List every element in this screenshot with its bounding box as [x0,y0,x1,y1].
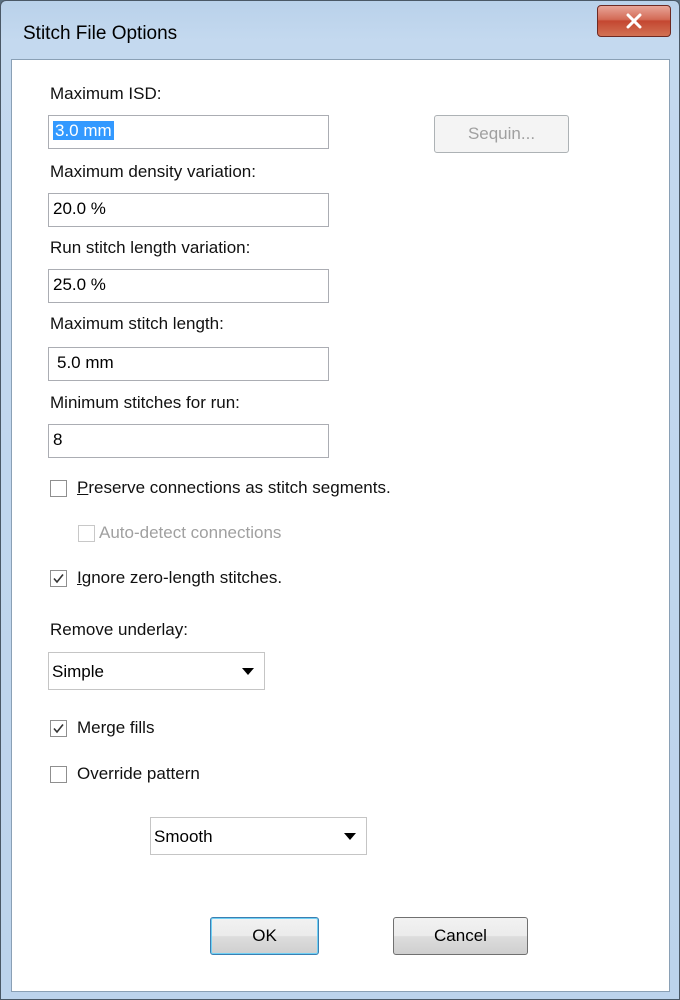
chevron-down-icon [242,668,254,675]
close-icon [626,13,642,29]
max-density-label: Maximum density variation: [50,162,256,181]
checkmark-icon [53,724,64,734]
override-pattern-label[interactable]: Override pattern [77,764,200,784]
preserve-accel: P [77,478,89,497]
preserve-label[interactable]: Preserve connections as stitch segments. [77,478,391,498]
max-density-input[interactable]: 20.0 % [48,193,329,227]
max-isd-input[interactable]: 3.0 mm [48,115,329,149]
run-length-label: Run stitch length variation: [50,238,251,257]
dialog-body: Maximum ISD: 3.0 mm Sequin... Maximum de… [11,59,670,992]
autodetect-label: Auto-detect connections [99,523,282,542]
ok-button[interactable]: OK [210,917,319,955]
min-run-input[interactable]: 8 [48,424,329,458]
max-isd-value: 3.0 mm [53,121,114,140]
underlay-selected: Simple [52,662,104,681]
min-run-label: Minimum stitches for run: [50,393,240,412]
merge-fills-checkbox[interactable] [50,720,67,737]
sequin-button[interactable]: Sequin... [434,115,569,153]
dialog-window: Stitch File Options Maximum ISD: 3.0 mm … [0,0,680,1000]
override-pattern-checkbox[interactable] [50,766,67,783]
dialog-title: Stitch File Options [23,23,178,44]
ignore-label[interactable]: Ignore zero-length stitches. [77,568,282,588]
checkmark-icon [53,574,64,584]
max-isd-label: Maximum ISD: [50,84,162,103]
cancel-button[interactable]: Cancel [393,917,528,955]
pattern-dropdown[interactable]: Smooth [150,817,367,855]
merge-fills-label[interactable]: Merge fills [77,718,154,738]
chevron-down-icon [344,833,356,840]
close-button[interactable] [597,5,671,37]
run-length-input[interactable]: 25.0 % [48,269,329,303]
underlay-dropdown[interactable]: Simple [48,652,265,690]
preserve-checkbox[interactable] [50,480,67,497]
remove-underlay-label: Remove underlay: [50,620,188,639]
ignore-label-text: gnore zero-length stitches. [81,568,283,587]
autodetect-checkbox[interactable] [78,525,95,542]
pattern-selected: Smooth [154,827,213,846]
preserve-label-text: reserve connections as stitch segments. [88,478,391,497]
max-stitch-input[interactable]: 5.0 mm [48,347,329,381]
ignore-checkbox[interactable] [50,570,67,587]
max-stitch-label: Maximum stitch length: [50,314,224,333]
